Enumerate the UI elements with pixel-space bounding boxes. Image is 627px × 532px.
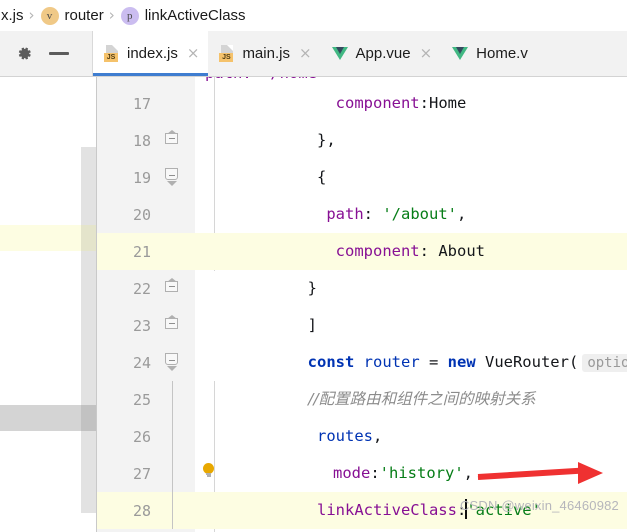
vue-file-icon <box>331 46 349 61</box>
tab-label-main-js: main.js <box>242 45 290 62</box>
line-number: 28 <box>132 501 151 520</box>
editor-scrollbar-thumb-3[interactable] <box>81 431 96 513</box>
breadcrumb-item-router[interactable]: V router <box>40 0 105 31</box>
line-number: 18 <box>132 131 151 150</box>
breadcrumb-item-linkactiveclass[interactable]: P linkActiveClass <box>120 0 247 31</box>
line-number: 27 <box>132 464 151 483</box>
close-icon[interactable]: × <box>299 46 312 61</box>
close-icon[interactable]: × <box>420 46 433 61</box>
fold-zone[interactable] <box>155 307 195 344</box>
line-number: 22 <box>132 279 151 298</box>
js-file-icon-tag: JS <box>219 53 234 62</box>
gear-icon[interactable] <box>16 45 33 62</box>
gutter-row: 17 <box>97 85 195 122</box>
fold-expand-icon[interactable] <box>165 167 180 186</box>
tab-label-index-js: index.js <box>127 45 178 62</box>
js-file-icon-tag: JS <box>104 53 118 62</box>
parameter-hint: options <box>582 353 627 372</box>
code-token: : <box>419 94 429 112</box>
line-number: 19 <box>132 168 151 187</box>
line-number: 23 <box>132 316 151 335</box>
code-line-text: }) <box>195 492 326 532</box>
tab-label-app-vue: App.vue <box>355 45 411 62</box>
fold-collapse-icon[interactable] <box>165 278 180 293</box>
tab-index-js[interactable]: JS index.js × <box>93 31 209 76</box>
v-badge-icon: V <box>40 6 59 25</box>
code-token: About <box>438 242 485 260</box>
fold-zone <box>155 233 195 270</box>
breadcrumb-label-linkactiveclass: linkActiveClass <box>144 7 246 24</box>
editor-scrollbar-thumb[interactable] <box>81 147 96 225</box>
breadcrumb-label-file: x.js <box>1 7 24 24</box>
line-number: 17 <box>132 94 151 113</box>
fold-zone[interactable] <box>155 270 195 307</box>
vue-file-icon <box>452 46 469 61</box>
gutter-row: 21 <box>97 233 195 270</box>
ide-window: x.js › V router › P linkActiveClass <box>0 0 627 532</box>
gutter-row: 18 <box>97 122 195 159</box>
gutter-row: 26 <box>97 418 195 455</box>
editor-tab-bar: JS index.js × JS main.js × App.vue × Hom… <box>0 31 627 77</box>
gutter-row: 22 <box>97 270 195 307</box>
red-arrow-icon <box>477 461 626 487</box>
line-number: 24 <box>132 353 151 372</box>
gutter-row: 23 <box>97 307 195 344</box>
gutter-row: 25 <box>97 381 195 418</box>
tab-main-js[interactable]: JS main.js × <box>208 31 320 76</box>
editor-left-pane <box>0 77 81 532</box>
editor-gutter: 17 18 19 20 21 22 23 24 25 26 27 28 <box>97 77 195 532</box>
editor-scrollbar-thumb-highlight[interactable] <box>81 225 96 251</box>
gutter-row: 27 <box>97 455 195 492</box>
breadcrumb-label-router: router <box>64 7 104 24</box>
editor-scrollbar-thumb-selection[interactable] <box>81 405 96 431</box>
js-file-icon: JS <box>219 45 235 62</box>
minimize-icon[interactable] <box>49 52 69 55</box>
tab-list: JS index.js × JS main.js × App.vue × Hom… <box>93 31 537 76</box>
fold-zone <box>155 85 195 122</box>
tab-app-vue[interactable]: App.vue × <box>321 31 442 76</box>
fold-zone <box>155 455 195 492</box>
left-pane-highlight-band <box>0 225 81 251</box>
fold-expand-icon[interactable] <box>165 352 180 371</box>
selection-band-left <box>0 405 81 431</box>
gutter-row: 19 <box>97 159 195 196</box>
line-number: 26 <box>132 427 151 446</box>
js-file-icon: JS <box>104 45 120 62</box>
close-icon[interactable]: × <box>187 46 200 61</box>
fold-collapse-icon[interactable] <box>165 130 180 145</box>
gutter-row: 28 <box>97 492 195 529</box>
fold-collapse-icon[interactable] <box>165 315 180 330</box>
breadcrumb-separator-icon: › <box>28 6 35 24</box>
code-token: Home <box>429 94 467 112</box>
breadcrumb-separator-icon-2: › <box>108 6 115 24</box>
tab-bar-tools <box>0 31 93 76</box>
breadcrumb-item-file[interactable]: x.js <box>0 0 25 31</box>
code-token: ( <box>568 352 579 371</box>
code-token: : <box>419 242 439 260</box>
fold-zone <box>155 492 195 529</box>
p-badge-icon: P <box>120 6 139 25</box>
fold-zone <box>155 196 195 233</box>
fold-zone <box>155 418 195 455</box>
editor-scrollbar-thumb-2[interactable] <box>81 251 96 405</box>
fold-zone <box>155 381 195 418</box>
fold-zone[interactable] <box>155 122 195 159</box>
line-number: 21 <box>132 242 151 261</box>
fold-zone[interactable] <box>155 159 195 196</box>
line-number: 20 <box>132 205 151 224</box>
fold-zone[interactable] <box>155 344 195 381</box>
gutter-row: 20 <box>97 196 195 233</box>
gutter-row: 24 <box>97 344 195 381</box>
tab-label-home-vue: Home.v <box>476 45 528 62</box>
watermark-text: CSDN @weixin_46460982 <box>459 498 619 513</box>
breadcrumb: x.js › V router › P linkActiveClass <box>0 0 627 31</box>
line-number: 25 <box>132 390 151 409</box>
tab-home-vue[interactable]: Home.v <box>441 31 537 76</box>
